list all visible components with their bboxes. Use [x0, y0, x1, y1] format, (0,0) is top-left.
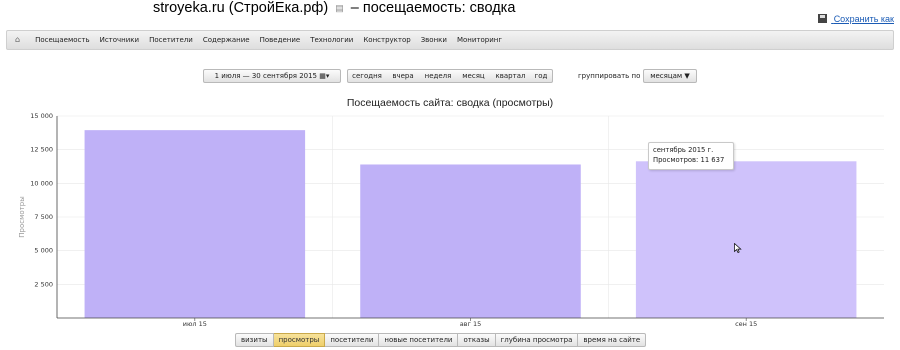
metric-tab-new-visitors[interactable]: новые посетители [379, 333, 459, 347]
y-tick-label: 7 500 [34, 213, 53, 221]
y-tick-label: 10 000 [30, 179, 53, 187]
metric-tab-visits[interactable]: визиты [235, 333, 274, 347]
y-tick-label: 12 500 [30, 146, 53, 154]
metric-tab-visitors[interactable]: посетители [325, 333, 380, 347]
chart-area: 2 500 5 000 7 500 10 000 12 500 15 000 июл 15 а… [18, 112, 884, 328]
metric-tab-time-on-site[interactable]: время на сайте [578, 333, 647, 347]
x-tick-label: авг 15 [460, 320, 482, 328]
x-tick-label: июл 15 [183, 320, 207, 328]
mouse-cursor-icon [734, 243, 742, 253]
y-tick-label: 5 000 [34, 247, 53, 255]
metric-tab-depth[interactable]: глубина просмотра [495, 333, 579, 347]
metric-tab-pageviews[interactable]: просмотры [273, 333, 326, 347]
x-tick-label: сен 15 [735, 320, 757, 328]
bar-3[interactable] [635, 161, 857, 318]
y-tick-label: 15 000 [30, 112, 53, 120]
tooltip-value: Просмотров: 11 637 [653, 156, 725, 164]
metric-tab-bounces[interactable]: отказы [458, 333, 496, 347]
bar-1[interactable] [84, 130, 306, 318]
y-axis-label: Просмотры [18, 196, 26, 237]
bar-2[interactable] [360, 164, 581, 318]
metric-tabs: визиты просмотры посетители новые посети… [235, 333, 647, 347]
y-tick-label: 2 500 [34, 280, 53, 288]
tooltip-date: сентябрь 2015 г. [653, 146, 714, 154]
chart-tooltip: сентябрь 2015 г. Просмотров: 11 637 [648, 142, 734, 170]
